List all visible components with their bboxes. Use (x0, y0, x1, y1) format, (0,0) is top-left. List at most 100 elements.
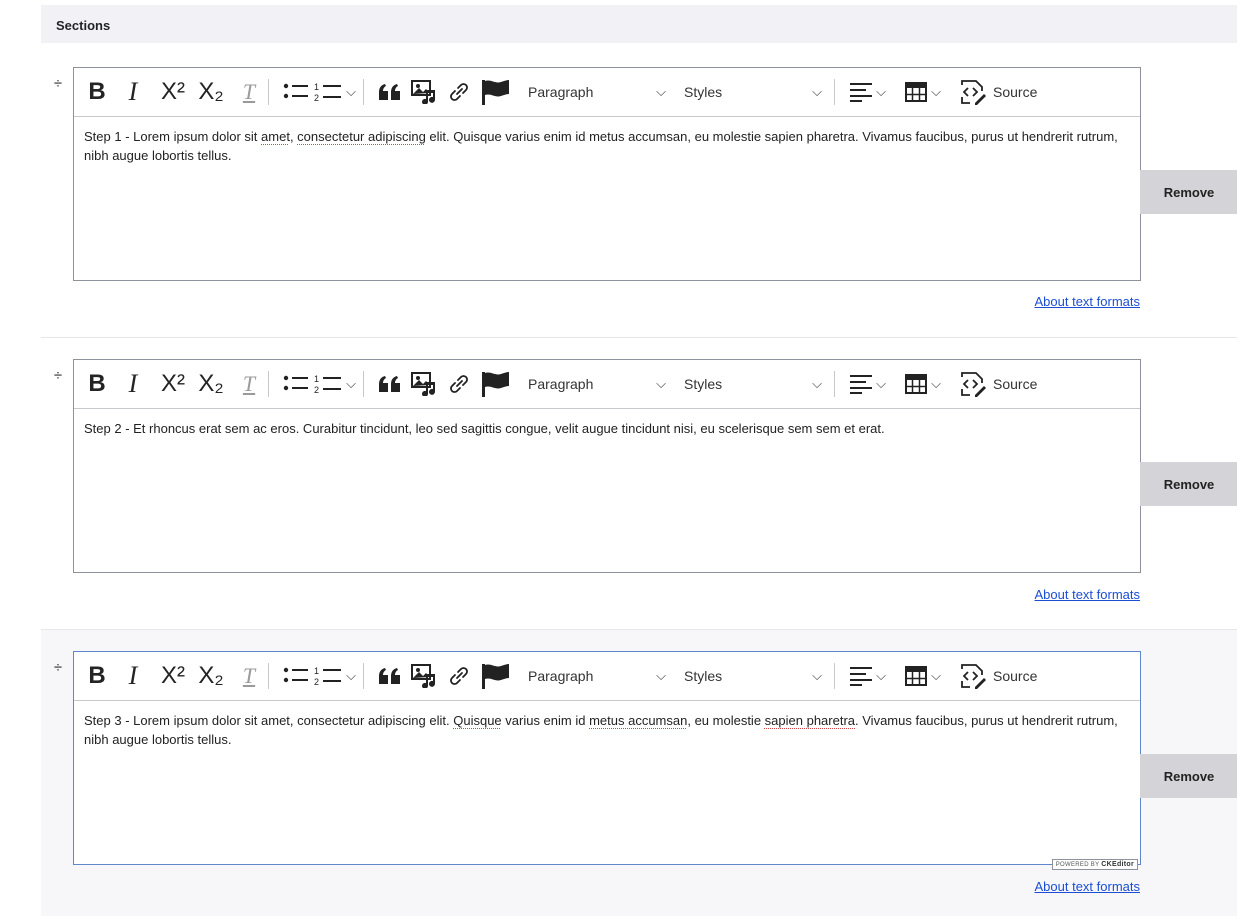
paragraph-dropdown[interactable]: Paragraph ⌵ (522, 368, 672, 400)
source-button[interactable]: Source (951, 660, 1037, 692)
chevron-down-icon[interactable]: ⌵ (876, 84, 886, 100)
misspelled-word: consectetur adipiscing (297, 129, 426, 144)
table-icon[interactable]: ⌵ (895, 76, 951, 108)
drag-handle-icon[interactable]: ÷ (52, 76, 64, 91)
media-icon[interactable] (406, 76, 442, 108)
bulleted-list-icon[interactable] (279, 660, 313, 692)
bulleted-list-icon[interactable] (279, 368, 313, 400)
chevron-down-icon: ⌵ (656, 376, 666, 391)
remove-button[interactable]: Remove (1140, 170, 1237, 214)
chevron-down-icon[interactable]: ⌵ (876, 376, 886, 392)
svg-text:2: 2 (314, 385, 319, 395)
styles-dropdown[interactable]: Styles ⌵ (678, 660, 828, 692)
about-text-formats-link[interactable]: About text formats (1035, 294, 1141, 309)
flag-icon[interactable] (476, 76, 514, 108)
toolbar-separator (363, 663, 364, 689)
link-icon[interactable] (442, 368, 476, 400)
media-icon[interactable] (406, 660, 442, 692)
section-row-3: ÷ B I X² X₂ T 12 ⌵ Paragraph ⌵ Styles ⌵ … (41, 630, 1237, 916)
link-icon[interactable] (442, 76, 476, 108)
paragraph-dropdown[interactable]: Paragraph ⌵ (522, 660, 672, 692)
source-button[interactable]: Source (951, 368, 1037, 400)
chevron-down-icon: ⌵ (656, 84, 666, 99)
chevron-down-icon[interactable]: ⌵ (931, 668, 941, 684)
editor-content[interactable]: Step 1 - Lorem ipsum dolor sit amet, con… (74, 117, 1140, 280)
toolbar-separator (268, 79, 269, 105)
styles-dropdown[interactable]: Styles ⌵ (678, 368, 828, 400)
svg-text:1: 1 (314, 374, 319, 384)
source-label: Source (993, 376, 1038, 392)
blockquote-icon[interactable] (374, 660, 406, 692)
misspelled-word: sapien pharetra (764, 713, 856, 728)
misspelled-word: amet (261, 129, 290, 144)
remove-format-button[interactable]: T (236, 660, 262, 692)
styles-label: Styles (684, 84, 723, 100)
subscript-button[interactable]: X₂ (196, 660, 226, 692)
numbered-list-icon[interactable]: 12 ⌵ (313, 76, 357, 108)
paragraph-dropdown[interactable]: Paragraph ⌵ (522, 76, 672, 108)
flag-icon[interactable] (476, 660, 514, 692)
superscript-button[interactable]: X² (156, 76, 190, 108)
remove-button[interactable]: Remove (1140, 462, 1237, 506)
numbered-list-icon[interactable]: 12 ⌵ (313, 660, 357, 692)
content-text: Step 2 - Et rhoncus erat sem ac eros. Cu… (84, 421, 885, 436)
drag-handle-icon[interactable]: ÷ (52, 660, 64, 675)
superscript-button[interactable]: X² (156, 660, 190, 692)
drag-handle-icon[interactable]: ÷ (52, 368, 64, 383)
italic-button[interactable]: I (122, 76, 144, 108)
chevron-down-icon[interactable]: ⌵ (346, 84, 356, 100)
chevron-down-icon: ⌵ (656, 668, 666, 683)
misspelled-word: Quisque (453, 713, 502, 728)
chevron-down-icon[interactable]: ⌵ (346, 376, 356, 392)
styles-dropdown[interactable]: Styles ⌵ (678, 76, 828, 108)
bold-button[interactable]: B (86, 368, 108, 400)
bold-button[interactable]: B (86, 660, 108, 692)
remove-button[interactable]: Remove (1140, 754, 1237, 798)
blockquote-icon[interactable] (374, 76, 406, 108)
chevron-down-icon[interactable]: ⌵ (346, 668, 356, 684)
editor-content[interactable]: Step 3 - Lorem ipsum dolor sit amet, con… (74, 701, 1140, 864)
text-align-icon[interactable]: ⌵ (841, 76, 895, 108)
table-icon[interactable]: ⌵ (895, 368, 951, 400)
italic-button[interactable]: I (122, 368, 144, 400)
chevron-down-icon[interactable]: ⌵ (931, 376, 941, 392)
svg-text:1: 1 (314, 666, 319, 676)
chevron-down-icon: ⌵ (812, 84, 822, 99)
italic-button[interactable]: I (122, 660, 144, 692)
bold-button[interactable]: B (86, 76, 108, 108)
source-button[interactable]: Source (951, 76, 1037, 108)
chevron-down-icon: ⌵ (812, 376, 822, 391)
chevron-down-icon[interactable]: ⌵ (931, 84, 941, 100)
numbered-list-icon[interactable]: 12 ⌵ (313, 368, 357, 400)
rich-text-editor-1: B I X² X₂ T 12 ⌵ Paragraph ⌵ Styles ⌵ ⌵ … (73, 67, 1141, 281)
toolbar-separator (834, 663, 835, 689)
chevron-down-icon[interactable]: ⌵ (876, 668, 886, 684)
remove-format-button[interactable]: T (236, 76, 262, 108)
editor-content[interactable]: Step 2 - Et rhoncus erat sem ac eros. Cu… (74, 409, 1140, 572)
remove-format-button[interactable]: T (236, 368, 262, 400)
text-align-icon[interactable]: ⌵ (841, 660, 895, 692)
toolbar-separator (268, 371, 269, 397)
subscript-button[interactable]: X₂ (196, 76, 226, 108)
link-icon[interactable] (442, 660, 476, 692)
bulleted-list-icon[interactable] (279, 76, 313, 108)
content-text: , eu molestie (687, 713, 765, 728)
chevron-down-icon: ⌵ (812, 668, 822, 683)
ckeditor-brand: CKEditor (1101, 861, 1134, 868)
media-icon[interactable] (406, 368, 442, 400)
rich-text-editor-2: B I X² X₂ T 12 ⌵ Paragraph ⌵ Styles ⌵ ⌵ … (73, 359, 1141, 573)
superscript-button[interactable]: X² (156, 368, 190, 400)
flag-icon[interactable] (476, 368, 514, 400)
subscript-button[interactable]: X₂ (196, 368, 226, 400)
toolbar-separator (363, 79, 364, 105)
section-row-2: ÷ B I X² X₂ T 12 ⌵ Paragraph ⌵ Styles ⌵ … (41, 338, 1237, 629)
ckeditor-badge[interactable]: POWERED BY CKEditor (1051, 859, 1138, 870)
about-text-formats-link[interactable]: About text formats (1035, 879, 1141, 894)
blockquote-icon[interactable] (374, 368, 406, 400)
paragraph-label: Paragraph (528, 668, 594, 684)
about-text-formats-link[interactable]: About text formats (1035, 587, 1141, 602)
table-icon[interactable]: ⌵ (895, 660, 951, 692)
content-text: varius enim id (501, 713, 590, 728)
text-align-icon[interactable]: ⌵ (841, 368, 895, 400)
toolbar-separator (834, 79, 835, 105)
